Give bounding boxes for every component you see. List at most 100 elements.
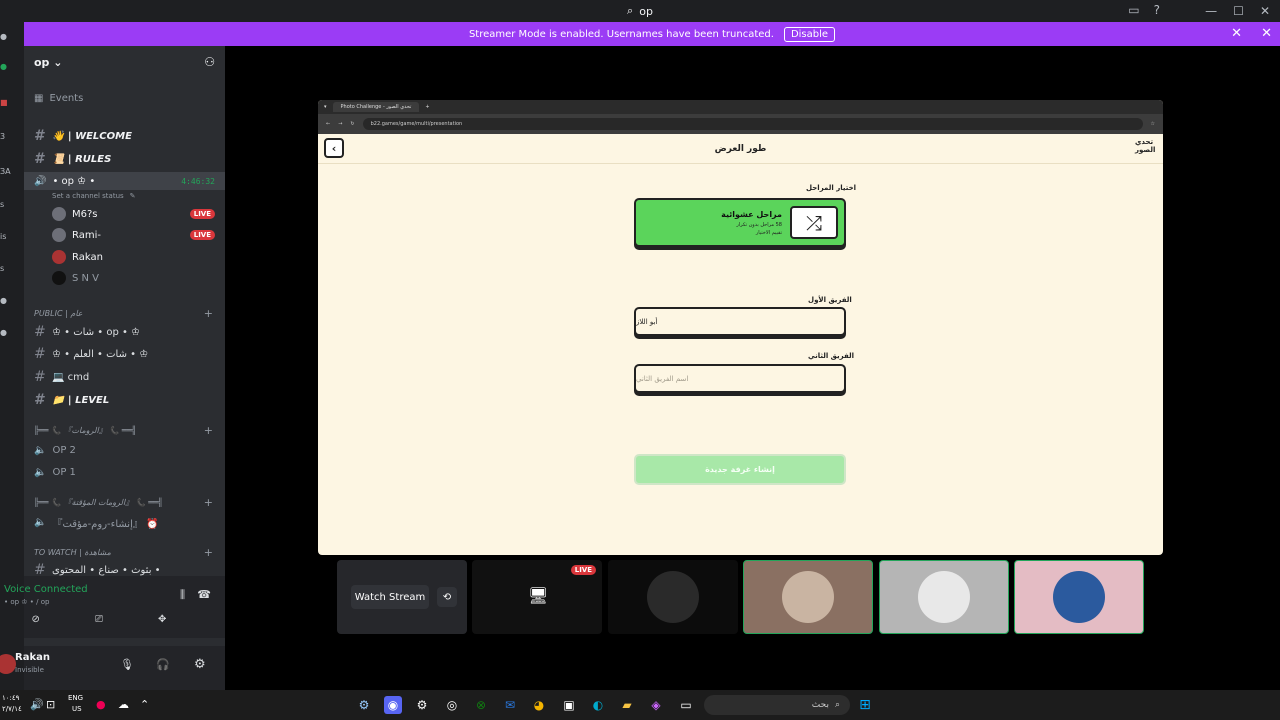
add-channel-icon[interactable]: +	[204, 496, 213, 509]
voice-timer: 4:46:32	[181, 176, 215, 186]
add-channel-icon[interactable]: +	[204, 424, 213, 437]
voice-member[interactable]: S N V	[24, 268, 225, 288]
team2-input[interactable]: اسم الفريق الثاني	[634, 364, 846, 393]
participant-tile[interactable]	[1014, 560, 1144, 634]
back-button[interactable]: ‹	[324, 138, 344, 158]
avatar	[647, 571, 699, 623]
server-icon[interactable]: is	[0, 232, 10, 241]
noise-suppression-icon[interactable]: ⫼	[180, 588, 185, 602]
chevron-up-icon[interactable]: ⌃	[140, 698, 149, 711]
server-icon[interactable]: ●	[0, 62, 10, 71]
team1-input[interactable]: أبو اللاز	[634, 307, 846, 336]
maximize-button[interactable]: ☐	[1233, 4, 1244, 18]
forward-arrow-icon[interactable]: →	[338, 121, 342, 127]
channel-level[interactable]: # 📁 | LEVEL	[24, 390, 225, 410]
gear-icon[interactable]: ⚙	[194, 657, 206, 672]
tab-menu-icon[interactable]: ▾	[324, 104, 327, 110]
network-icon[interactable]: ⊡	[46, 698, 55, 711]
voice-member[interactable]: Rami- LIVE	[24, 225, 225, 245]
task-view-icon[interactable]: ▭	[677, 696, 695, 714]
add-channel-icon[interactable]: +	[204, 546, 213, 559]
store-icon[interactable]: ▣	[560, 696, 578, 714]
channel-chat-op[interactable]: # ♔ • شات • op • ♔	[24, 322, 225, 342]
popout-icon[interactable]: ⟲	[437, 587, 457, 607]
settings-icon[interactable]: ⚙	[413, 696, 431, 714]
inbox-icon[interactable]: ▭	[1128, 3, 1139, 17]
chrome-icon[interactable]: ◕	[530, 696, 548, 714]
edge-icon[interactable]: ◐	[589, 696, 607, 714]
server-icon[interactable]: ●	[0, 296, 10, 305]
participant-tile[interactable]	[879, 560, 1009, 634]
channel-chat-alalam[interactable]: # ♔ • شات • العلم • ♔	[24, 344, 225, 364]
watch-stream-button[interactable]: Watch Stream	[351, 585, 429, 609]
voice-channel-op[interactable]: 🔊 • op ♔ • 4:46:32	[24, 172, 225, 190]
steam-icon[interactable]: ⚙	[355, 696, 373, 714]
browser-tab[interactable]: Photo Challenge - تحدي الصور	[332, 102, 420, 112]
voice-channel-temp[interactable]: 🔈 『إنشاء-روم-مؤقت』 ⏰	[24, 512, 225, 532]
disable-button[interactable]: Disable	[783, 26, 836, 42]
copilot-icon[interactable]: ◈	[647, 696, 665, 714]
search-icon[interactable]: ⌕	[627, 4, 633, 18]
new-tab-icon[interactable]: +	[425, 104, 429, 110]
category-temp[interactable]: ╠══ 📞 『الرومات المؤقتة』 📞 ══╣ +	[24, 495, 225, 509]
hash-icon: #	[34, 324, 46, 340]
reload-icon[interactable]: ↻	[350, 121, 354, 127]
stream-tile[interactable]: Watch Stream ⟲	[337, 560, 467, 634]
stream-tile[interactable]: LIVE 🖥	[472, 560, 602, 634]
cloud-icon[interactable]: ☁	[118, 698, 129, 711]
channel-cmd[interactable]: # 💻 cmd	[24, 367, 225, 387]
voice-member[interactable]: M6?s LIVE	[24, 204, 225, 224]
microphone-icon[interactable]: 🎙	[120, 658, 134, 671]
server-icon[interactable]: 3	[0, 132, 10, 141]
region-indicator[interactable]: US	[72, 705, 82, 713]
language-indicator[interactable]: ENG	[68, 694, 83, 702]
close-banner-icon[interactable]: ✕	[1231, 26, 1242, 41]
taskbar-search[interactable]: بحث ⌕	[704, 695, 850, 715]
server-icon[interactable]: ■	[0, 98, 10, 107]
minimize-button[interactable]: —	[1205, 4, 1217, 18]
github-icon[interactable]: ◎	[443, 696, 461, 714]
server-icon[interactable]: ●	[0, 32, 10, 41]
category-watch[interactable]: TO WATCH | مشاهدة +	[24, 545, 225, 559]
server-icon[interactable]: s	[0, 264, 10, 273]
camera-off-icon[interactable]: ⊘	[32, 614, 40, 625]
xbox-icon[interactable]: ⊗	[472, 696, 490, 714]
headphones-icon[interactable]: 🎧	[156, 658, 170, 671]
screen-share-icon[interactable]: ⎚	[95, 614, 103, 625]
voice-member[interactable]: Rakan	[24, 247, 225, 267]
server-icon[interactable]: ЗA	[0, 167, 11, 176]
random-stages-card[interactable]: ⤮ مراحل عشوائية 58 مراحل بدون تكرار تقيي…	[634, 198, 846, 247]
outlook-icon[interactable]: ✉	[501, 696, 519, 714]
events-item[interactable]: ▦ Events	[24, 88, 225, 108]
category-rooms[interactable]: ╠══ 📞 『الرومات』 📞 ══╣ +	[24, 423, 225, 437]
channel-rules[interactable]: # 📜 | RULES	[24, 149, 225, 169]
server-header[interactable]: op ⌄ ⚇	[24, 46, 225, 78]
discord-icon[interactable]: ◉	[384, 696, 402, 714]
star-icon[interactable]: ☆	[1151, 121, 1155, 127]
voice-channel-op2[interactable]: 🔈 OP 2	[24, 440, 225, 460]
close-window-button[interactable]: ✕	[1260, 4, 1270, 18]
folder-icon[interactable]: ▰	[618, 696, 636, 714]
invite-icon[interactable]: ⚇	[204, 55, 215, 69]
help-icon[interactable]: ?	[1154, 3, 1160, 17]
streamer-mode-banner: Streamer Mode is enabled. Usernames have…	[24, 22, 1280, 46]
url-input[interactable]: b22.games/game/multi/presentation	[362, 118, 1143, 130]
add-channel-icon[interactable]: +	[204, 307, 213, 320]
channel-status[interactable]: Set a channel status ✎	[24, 189, 225, 203]
windows-start-icon[interactable]: ⊞	[856, 696, 874, 714]
disconnect-icon[interactable]: ☎	[197, 588, 211, 601]
activities-icon[interactable]: ✥	[158, 614, 166, 625]
participant-tile[interactable]	[608, 560, 738, 634]
microphone-icon[interactable]: ●	[96, 698, 106, 711]
speaker-icon[interactable]: 🔊	[30, 698, 44, 711]
server-icon[interactable]: s	[0, 200, 10, 209]
participant-tile[interactable]	[743, 560, 873, 634]
channel-welcome[interactable]: # 👋 | WELCOME	[24, 126, 225, 146]
category-public[interactable]: PUBLIC | عام +	[24, 306, 225, 320]
close-icon[interactable]: ✕	[1261, 26, 1272, 41]
create-room-button[interactable]: إنشاء غرفة جديدة	[634, 454, 846, 485]
channel-label: 💻 cmd	[52, 371, 90, 383]
back-arrow-icon[interactable]: ←	[326, 121, 330, 127]
server-icon[interactable]: ●	[0, 328, 10, 337]
voice-channel-op1[interactable]: 🔈 OP 1	[24, 462, 225, 482]
